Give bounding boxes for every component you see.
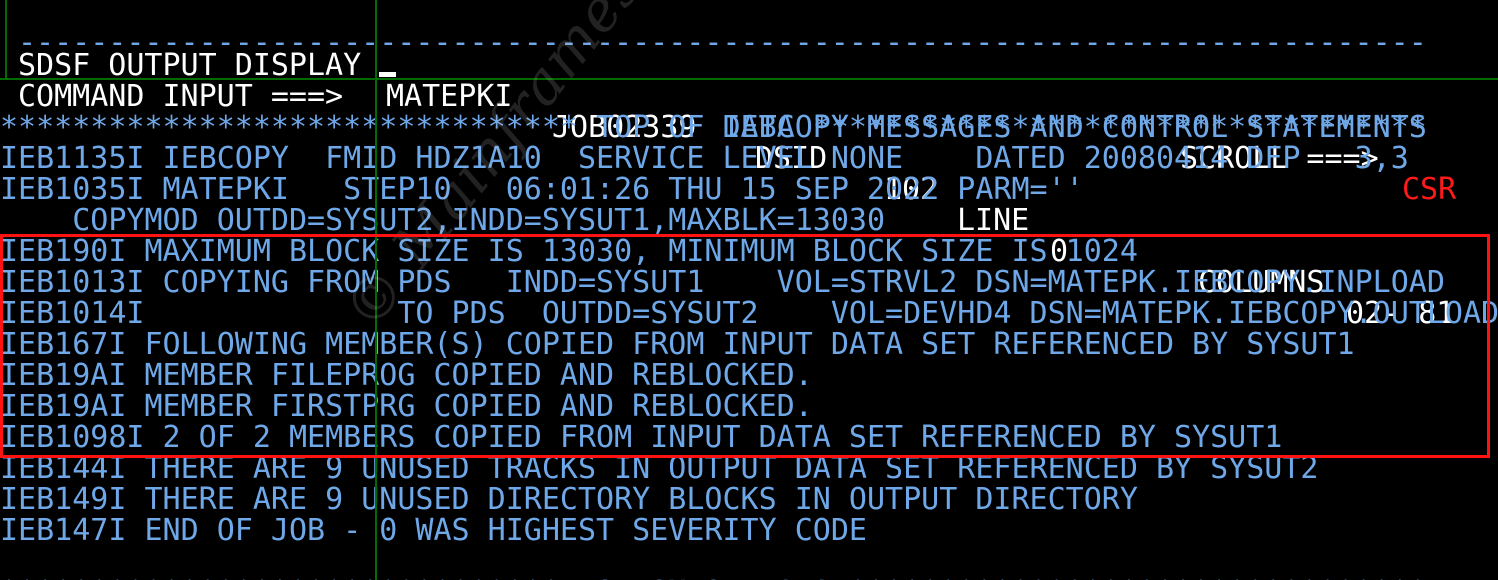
frame-left-border [5,0,7,80]
output-line: IEB1035I MATEPKI STEP10 06:01:26 THU 15 … [0,172,1084,207]
output-line: IEB149I THERE ARE 9 UNUSED DIRECTORY BLO… [0,482,1138,517]
output-line: IEB147I END OF JOB - 0 WAS HIGHEST SEVER… [0,513,867,548]
output-line: IEB167I FOLLOWING MEMBER(S) COPIED FROM … [0,327,1355,362]
header-line-1: SDSF OUTPUT DISPLAY MATEPKI JOB02339 DSI… [0,19,1498,329]
output-line: IEB1013I COPYING FROM PDS INDD=SYSUT1 VO… [0,265,1445,300]
output-line: IEB19AI MEMBER FILEPROG COPIED AND REBLO… [0,358,813,393]
output-line: COPYMOD OUTDD=SYSUT2,INDD=SYSUT1,MAXBLK=… [0,203,886,238]
output-line: IEB190I MAXIMUM BLOCK SIZE IS 13030, MIN… [0,234,1138,269]
terminal-text-grid: ----------------------------------------… [0,0,1498,580]
command-input-cursor[interactable] [379,72,396,77]
header-separator-line [0,78,1498,80]
output-line: IEB1014I TO PDS OUTDD=SYSUT2 VOL=DEVHD4 … [0,296,1498,331]
output-line: IEBCOPY MESSAGES AND CONTROL STATEMENTS [0,110,1427,145]
column-separator-line [375,0,377,580]
header-line-2: COMMAND INPUT ===> SCROLL ===> CSR [0,50,1498,205]
output-line: IEB1098I 2 OF 2 MEMBERS COPIED FROM INPU… [0,420,1283,455]
output-line: IEB1135I IEBCOPY FMID HDZ1A10 SERVICE LE… [0,141,1409,176]
output-line: IEB144I THERE ARE 9 UNUSED TRACKS IN OUT… [0,451,1319,486]
output-line: IEB19AI MEMBER FIRSTPRG COPIED AND REBLO… [0,389,813,424]
sdsf-terminal-screen: © Mainframestechhelp -------------------… [0,0,1498,580]
